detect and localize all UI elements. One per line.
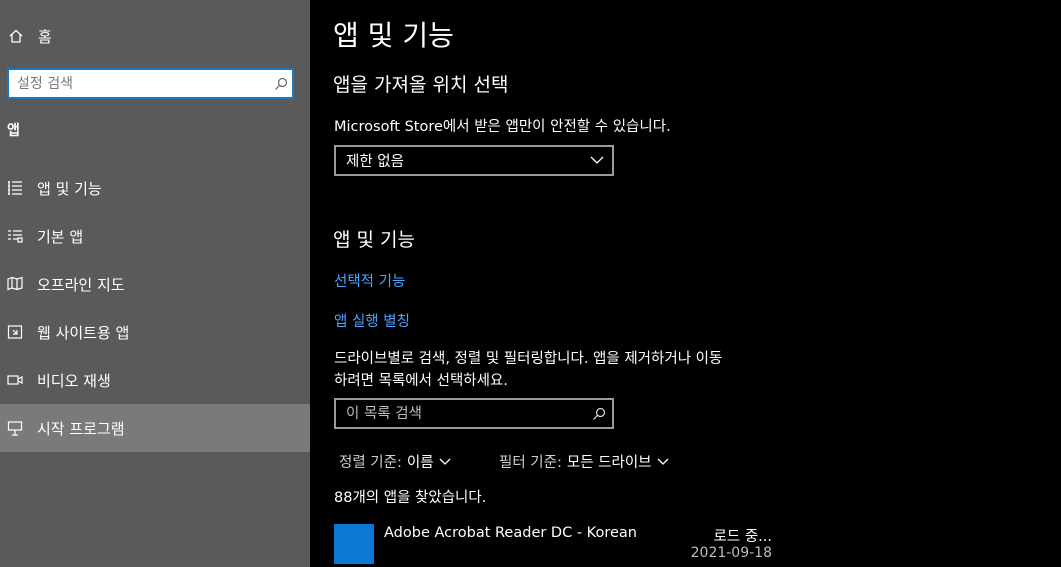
optional-features-link[interactable]: 선택적 기능: [334, 270, 405, 291]
settings-search-input[interactable]: [9, 70, 270, 97]
page-title: 앱 및 기능: [333, 19, 454, 52]
sidebar-item-label: 기본 앱: [37, 227, 84, 246]
chevron-down-icon: [657, 454, 669, 470]
chevron-down-icon: [590, 153, 604, 169]
video-icon: [6, 372, 24, 388]
search-description-line1: 드라이브별로 검색, 정렬 및 필터링합니다. 앱을 제거하거나 이동: [334, 351, 723, 367]
sidebar-item-startup[interactable]: 시작 프로그램: [0, 404, 310, 452]
sort-by-label: 정렬 기준:: [339, 455, 402, 471]
app-list-search-box[interactable]: [334, 398, 614, 429]
offline-map-icon: [6, 276, 24, 292]
apps-features-heading: 앱 및 기능: [333, 229, 415, 251]
apps-list-icon: [6, 180, 24, 196]
app-count-text: 88개의 앱을 찾았습니다.: [334, 490, 487, 506]
sidebar-item-video-playback[interactable]: 비디오 재생: [0, 356, 310, 404]
app-icon: [334, 524, 374, 564]
sort-by-control[interactable]: 정렬 기준: 이름: [339, 451, 451, 472]
app-size: 로드 중...: [713, 529, 772, 545]
sidebar-item-default-apps[interactable]: 기본 앱: [0, 212, 310, 260]
sidebar-item-label: 앱 및 기능: [37, 179, 102, 198]
sidebar-item-label: 오프라인 지도: [37, 275, 125, 294]
sidebar: 홈 앱 앱 및 기능 기본 앱 오프라인 지도: [0, 0, 310, 567]
filter-by-value: 모든 드라이브: [566, 455, 652, 471]
sidebar-section-label: 앱: [7, 123, 20, 139]
install-source-description: Microsoft Store에서 받은 앱만이 안전할 수 있습니다.: [334, 119, 671, 135]
install-source-select[interactable]: 제한 없음: [334, 145, 614, 176]
web-apps-icon: [6, 324, 24, 340]
sidebar-item-label: 웹 사이트용 앱: [37, 323, 130, 342]
startup-icon: [6, 420, 24, 436]
app-execution-alias-link[interactable]: 앱 실행 별칭: [334, 310, 410, 331]
search-description-line2: 하려면 목록에서 선택하세요.: [334, 373, 508, 389]
sort-by-value: 이름: [406, 455, 434, 471]
default-apps-icon: [6, 228, 24, 244]
sidebar-home[interactable]: 홈: [0, 20, 310, 52]
app-list-item[interactable]: Adobe Acrobat Reader DC - Korean 로드 중...…: [334, 522, 774, 567]
app-name: Adobe Acrobat Reader DC - Korean: [384, 525, 637, 541]
chevron-down-icon: [439, 454, 451, 470]
search-icon[interactable]: [586, 407, 612, 421]
filter-by-label: 필터 기준:: [499, 455, 562, 471]
app-list-search-input[interactable]: [336, 400, 586, 427]
sidebar-item-apps-features[interactable]: 앱 및 기능: [0, 164, 310, 212]
main-content: 앱 및 기능 앱을 가져올 위치 선택 Microsoft Store에서 받은…: [310, 0, 1061, 567]
home-icon: [7, 28, 25, 44]
install-source-select-value: 제한 없음: [346, 154, 404, 170]
sidebar-item-label: 시작 프로그램: [37, 419, 125, 438]
sidebar-item-label: 비디오 재생: [37, 371, 111, 390]
search-icon[interactable]: [270, 77, 292, 91]
settings-search-box[interactable]: [7, 68, 294, 99]
install-source-heading: 앱을 가져올 위치 선택: [333, 74, 509, 96]
sidebar-home-label: 홈: [38, 27, 52, 46]
sidebar-item-offline-maps[interactable]: 오프라인 지도: [0, 260, 310, 308]
app-install-date: 2021-09-18: [690, 545, 772, 561]
filter-by-control[interactable]: 필터 기준: 모든 드라이브: [499, 451, 669, 472]
sidebar-nav: 앱 및 기능 기본 앱 오프라인 지도 웹 사이트용 앱 비디오 재생 시작 프…: [0, 164, 310, 452]
sidebar-item-web-apps[interactable]: 웹 사이트용 앱: [0, 308, 310, 356]
